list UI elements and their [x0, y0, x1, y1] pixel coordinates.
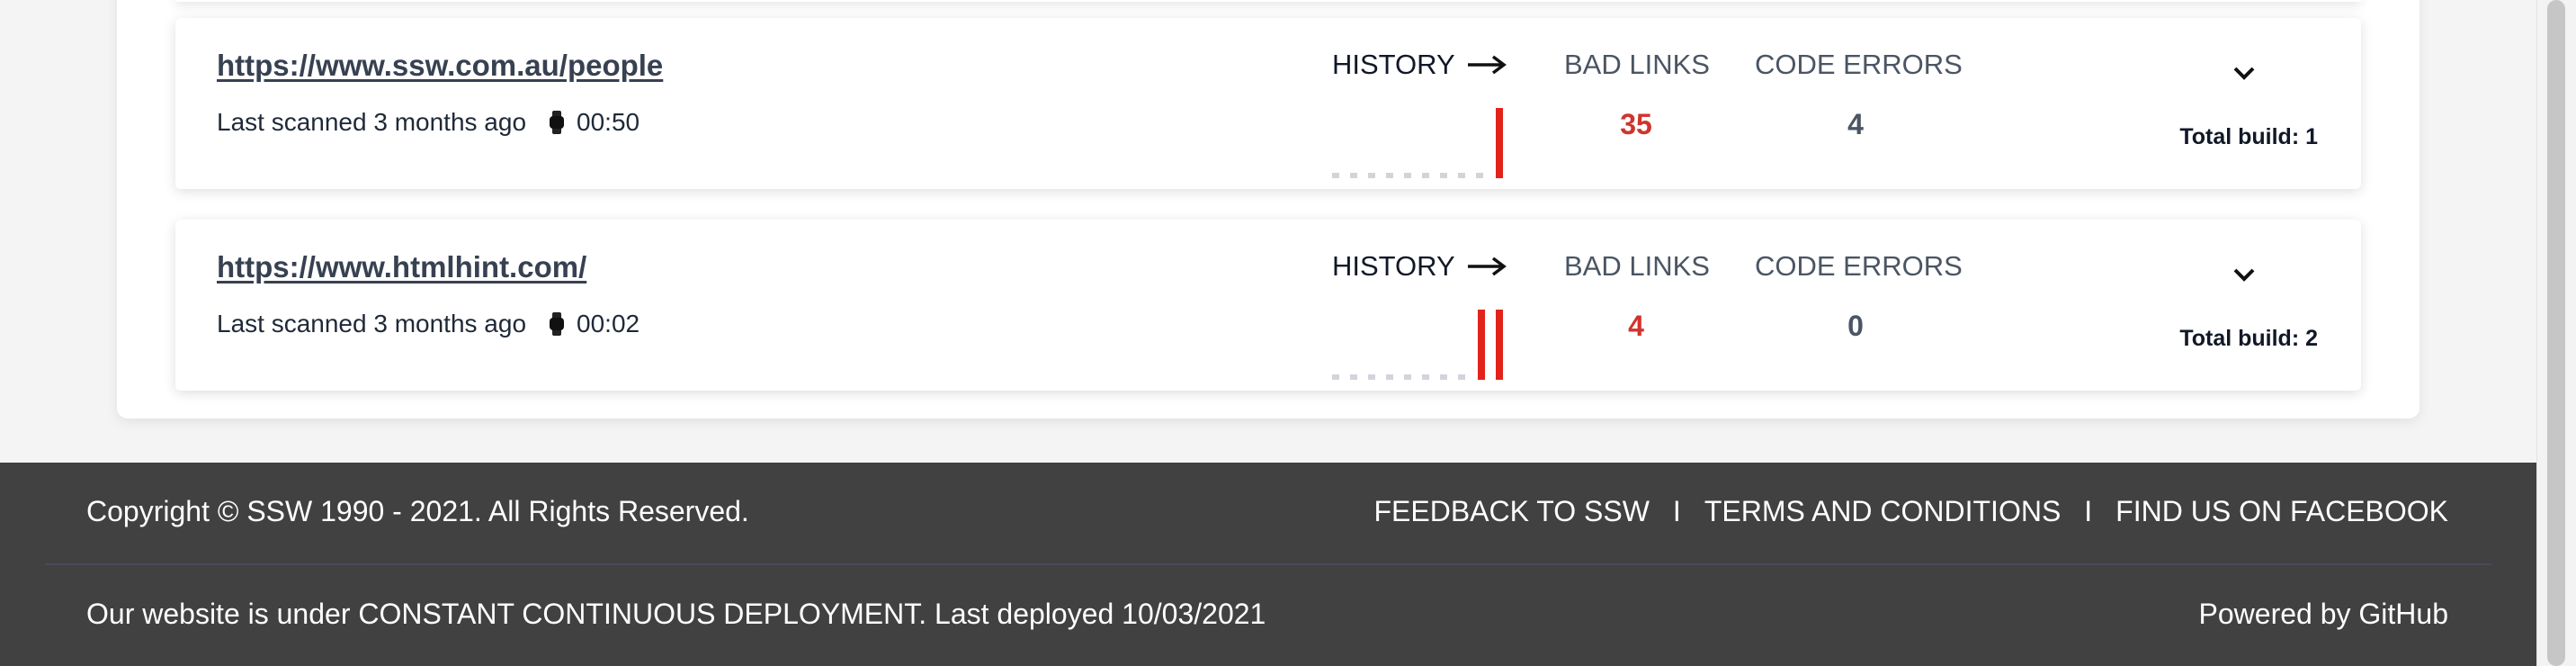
watch-icon — [550, 312, 565, 336]
history-empty-slot — [1458, 173, 1465, 178]
link-separator: I — [1672, 495, 1681, 527]
history-empty-slot — [1332, 374, 1339, 380]
history-sparkline[interactable] — [1330, 292, 1546, 382]
history-empty-slot — [1404, 173, 1411, 178]
history-empty-slot — [1422, 173, 1429, 178]
footer-links: FEEDBACK TO SSW I TERMS AND CONDITIONS I… — [1373, 495, 2448, 528]
code-errors-label: CODE ERRORS — [1755, 250, 1963, 282]
history-empty-slot — [1368, 173, 1375, 178]
deployment-text: Our website is under CONSTANT CONTINUOUS… — [86, 598, 1266, 630]
history-empty-slot — [1332, 173, 1339, 178]
history-empty-slot — [1386, 374, 1393, 380]
history-empty-slot — [1368, 374, 1375, 380]
history-label: HISTORY — [1332, 49, 1455, 80]
scrollbar-thumb[interactable] — [2547, 0, 2565, 666]
last-scanned-text: Last scanned 3 months ago — [217, 108, 527, 136]
last-scanned-text: Last scanned 3 months ago — [217, 310, 527, 338]
previous-card-edge — [175, 0, 2361, 2]
copyright-text: Copyright © SSW 1990 - 2021. All Rights … — [86, 495, 749, 527]
site-footer: Copyright © SSW 1990 - 2021. All Rights … — [0, 463, 2536, 666]
chevron-down-icon[interactable] — [2228, 259, 2260, 292]
scan-info: Last scanned 3 months ago 00:50 — [217, 108, 640, 137]
scan-info: Last scanned 3 months ago 00:02 — [217, 310, 640, 338]
powered-by-link[interactable]: Powered by GitHub — [2199, 598, 2448, 631]
bad-links-count: 4 — [1628, 310, 1644, 342]
total-build: Total build: 2 — [2179, 326, 2318, 351]
terms-link[interactable]: TERMS AND CONDITIONS — [1704, 495, 2061, 528]
scan-duration: 00:02 — [577, 310, 640, 338]
site-url-link[interactable]: https://www.ssw.com.au/people — [217, 49, 663, 83]
history-build-bar[interactable] — [1496, 108, 1503, 178]
site-url-link[interactable]: https://www.htmlhint.com/ — [217, 250, 586, 284]
arrow-right-icon — [1467, 55, 1507, 75]
footer-divider — [45, 563, 2491, 565]
history-empty-slot — [1422, 374, 1429, 380]
watch-icon — [550, 111, 565, 134]
bad-links-label: BAD LINKS — [1564, 49, 1710, 80]
feedback-link[interactable]: FEEDBACK TO SSW — [1373, 495, 1649, 528]
history-empty-slot — [1458, 374, 1465, 380]
total-build: Total build: 1 — [2179, 124, 2318, 149]
scan-duration: 00:50 — [577, 108, 640, 136]
history-build-bar[interactable] — [1478, 310, 1485, 380]
arrow-right-icon — [1467, 256, 1507, 276]
scrollbar[interactable] — [2536, 0, 2576, 666]
code-errors-count: 0 — [1847, 310, 1864, 342]
link-separator: I — [2084, 495, 2093, 527]
scan-result-card: https://www.ssw.com.au/people Last scann… — [175, 18, 2361, 189]
history-empty-slot — [1386, 173, 1393, 178]
facebook-link[interactable]: FIND US ON FACEBOOK — [2115, 495, 2448, 528]
history-empty-slot — [1404, 374, 1411, 380]
code-errors-label: CODE ERRORS — [1755, 49, 1963, 80]
code-errors-count: 4 — [1847, 108, 1864, 140]
history-heading: HISTORY — [1332, 49, 1507, 81]
chevron-down-icon[interactable] — [2228, 58, 2260, 90]
history-heading: HISTORY — [1332, 250, 1507, 283]
history-build-bar[interactable] — [1496, 310, 1503, 380]
history-empty-slot — [1440, 173, 1447, 178]
history-empty-slot — [1476, 173, 1483, 178]
bad-links-count: 35 — [1620, 108, 1652, 140]
history-empty-slot — [1440, 374, 1447, 380]
bad-links-label: BAD LINKS — [1564, 250, 1710, 282]
history-empty-slot — [1350, 173, 1357, 178]
scan-result-card: https://www.htmlhint.com/ Last scanned 3… — [175, 220, 2361, 391]
history-label: HISTORY — [1332, 250, 1455, 282]
history-empty-slot — [1350, 374, 1357, 380]
history-sparkline[interactable] — [1330, 90, 1546, 180]
